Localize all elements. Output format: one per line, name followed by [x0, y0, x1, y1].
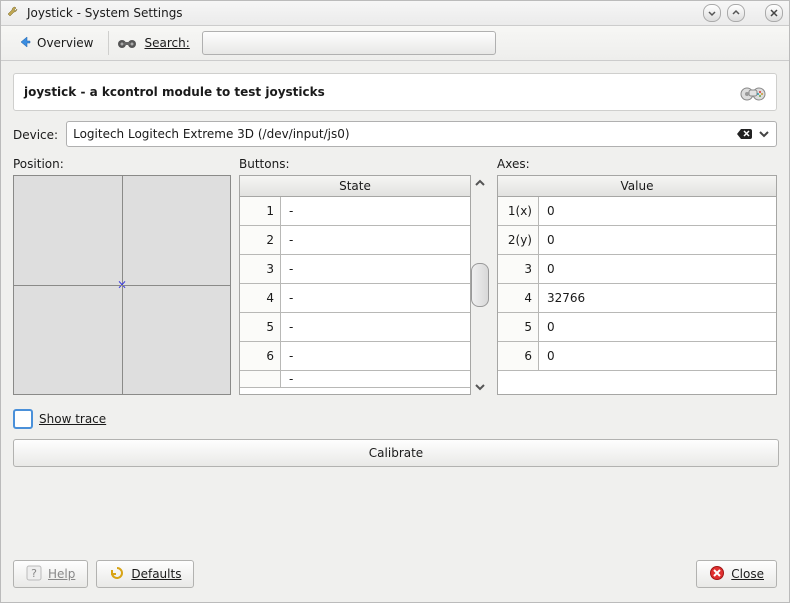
row-number: 4	[240, 284, 281, 312]
table-row[interactable]: 2(y)0	[498, 226, 776, 255]
table-row[interactable]: 1(x)0	[498, 197, 776, 226]
window: Joystick - System Settings Overview Sear…	[0, 0, 790, 603]
buttons-scrollbar[interactable]	[471, 175, 489, 395]
table-row[interactable]: 2-	[240, 226, 470, 255]
row-number: 4	[498, 284, 539, 312]
defaults-button[interactable]: Defaults	[96, 560, 194, 588]
table-row[interactable]: 30	[498, 255, 776, 284]
defaults-label: Defaults	[131, 567, 181, 581]
row-number: 6	[240, 342, 281, 370]
cell-value: 32766	[539, 284, 776, 312]
position-column: Position: × Show trace	[13, 157, 231, 429]
device-selected: Logitech Logitech Extreme 3D (/dev/input…	[73, 127, 349, 141]
scroll-up-icon[interactable]	[474, 177, 486, 189]
joystick-icon	[740, 81, 766, 104]
help-question-icon: ?	[26, 565, 42, 584]
show-trace-row: Show trace	[13, 409, 231, 429]
chevron-down-icon[interactable]	[758, 128, 770, 143]
cell-value: -	[281, 226, 470, 254]
buttons-label: Buttons:	[239, 157, 489, 171]
table-row[interactable]: 432766	[498, 284, 776, 313]
table-row[interactable]: 6-	[240, 342, 470, 371]
toolbar-separator	[108, 31, 109, 55]
wrench-icon	[7, 6, 21, 20]
row-number: 3	[240, 255, 281, 283]
device-row: Device: Logitech Logitech Extreme 3D (/d…	[13, 121, 777, 147]
back-arrow-icon	[17, 34, 33, 53]
cell-value: 0	[539, 255, 776, 283]
window-maximize-button[interactable]	[727, 4, 745, 22]
search-input[interactable]	[202, 31, 496, 55]
close-round-icon	[709, 565, 725, 584]
row-number: 3	[498, 255, 539, 283]
module-title: joystick - a kcontrol module to test joy…	[24, 85, 325, 99]
calibrate-label: Calibrate	[369, 446, 423, 460]
cell-value: -	[281, 342, 470, 370]
row-number: 5	[240, 313, 281, 341]
toolbar: Overview Search:	[1, 26, 789, 61]
search-label: Search:	[145, 36, 190, 50]
cell-value: -	[281, 313, 470, 341]
device-label: Device:	[13, 126, 58, 142]
module-header: joystick - a kcontrol module to test joy…	[13, 73, 777, 111]
cell-value: 0	[539, 313, 776, 341]
show-trace-label[interactable]: Show trace	[39, 412, 106, 426]
window-close-button[interactable]	[765, 4, 783, 22]
row-number: 2	[240, 226, 281, 254]
calibrate-button[interactable]: Calibrate	[13, 439, 779, 467]
row-number: 1(x)	[498, 197, 539, 225]
cell-value: 0	[539, 342, 776, 370]
cell-value: -	[281, 255, 470, 283]
table-row[interactable]: 60	[498, 342, 776, 371]
cell-value: -	[281, 284, 470, 312]
close-label: Close	[731, 567, 764, 581]
close-button[interactable]: Close	[696, 560, 777, 588]
row-number: 2(y)	[498, 226, 539, 254]
axes-header: Value	[498, 176, 776, 197]
svg-text:?: ?	[31, 567, 37, 580]
scroll-down-icon[interactable]	[474, 381, 486, 393]
clear-input-icon[interactable]	[736, 125, 754, 146]
device-combobox[interactable]: Logitech Logitech Extreme 3D (/dev/input…	[66, 121, 777, 147]
binoculars-icon	[117, 34, 137, 53]
show-trace-checkbox[interactable]	[13, 409, 33, 429]
position-label: Position:	[13, 157, 231, 171]
content-area: joystick - a kcontrol module to test joy…	[1, 61, 789, 467]
columns: Position: × Show trace Buttons: State 1-…	[13, 157, 777, 429]
buttons-table[interactable]: State 1-2-3-4-5-6--	[239, 175, 471, 395]
axes-column: Axes: Value 1(x)02(y)0304327665060	[497, 157, 777, 429]
axes-table[interactable]: Value 1(x)02(y)0304327665060	[497, 175, 777, 395]
table-row[interactable]: 50	[498, 313, 776, 342]
table-row[interactable]: 4-	[240, 284, 470, 313]
titlebar[interactable]: Joystick - System Settings	[1, 1, 789, 26]
help-button[interactable]: ? Help	[13, 560, 88, 588]
table-row[interactable]: 5-	[240, 313, 470, 342]
minimize-icon	[708, 9, 716, 17]
maximize-icon	[732, 9, 740, 17]
help-label: Help	[48, 567, 75, 581]
row-number: 1	[240, 197, 281, 225]
cell-value: 0	[539, 226, 776, 254]
footer: ? Help Defaults Close	[13, 560, 777, 588]
window-title: Joystick - System Settings	[27, 6, 183, 20]
buttons-column: Buttons: State 1-2-3-4-5-6--	[239, 157, 489, 429]
table-row[interactable]: 1-	[240, 197, 470, 226]
overview-label: Overview	[37, 36, 94, 50]
window-minimize-button[interactable]	[703, 4, 721, 22]
table-row[interactable]: 3-	[240, 255, 470, 284]
position-display: ×	[13, 175, 231, 395]
scroll-thumb[interactable]	[471, 263, 489, 307]
buttons-header: State	[240, 176, 470, 197]
row-number: 6	[498, 342, 539, 370]
axes-label: Axes:	[497, 157, 777, 171]
overview-button[interactable]: Overview	[11, 30, 100, 56]
close-icon	[770, 9, 778, 17]
row-number: 5	[498, 313, 539, 341]
reset-arrow-icon	[109, 565, 125, 584]
cell-value: 0	[539, 197, 776, 225]
position-marker: ×	[117, 277, 127, 291]
cell-value: -	[281, 197, 470, 225]
